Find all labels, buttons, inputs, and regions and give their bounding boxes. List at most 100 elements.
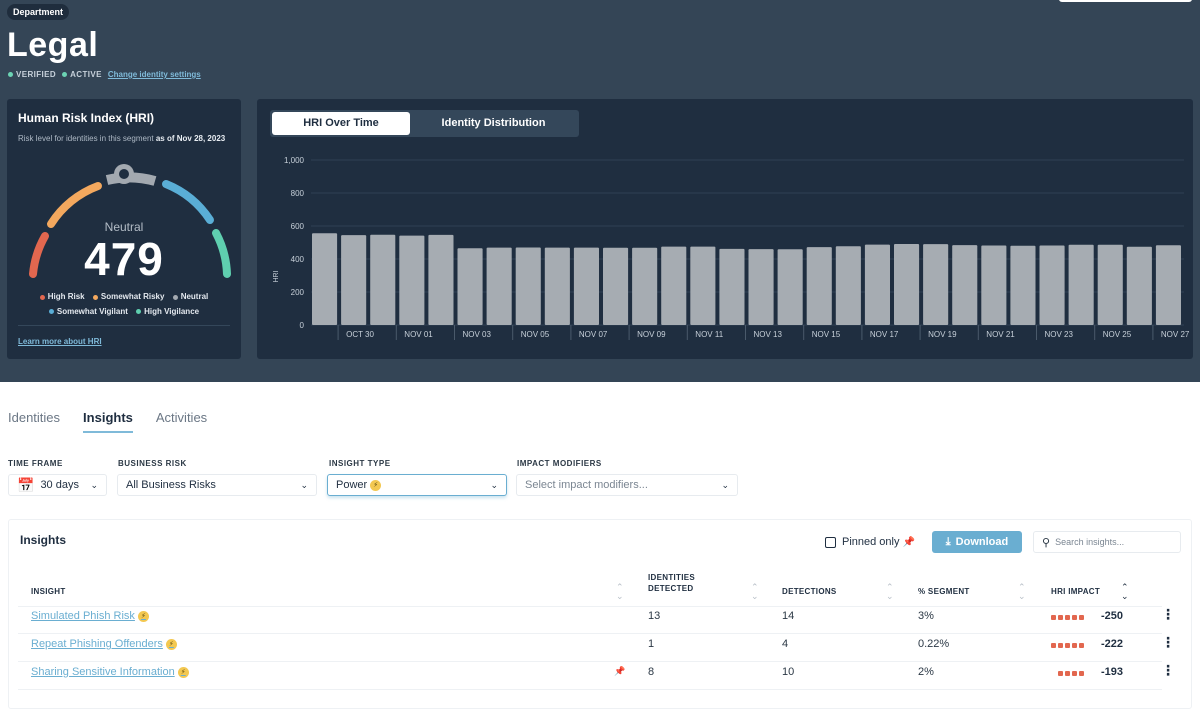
tab-identity-distribution[interactable]: Identity Distribution	[410, 112, 577, 135]
sort-icon[interactable]: ⌃ ⌄	[751, 583, 759, 601]
col-hri-impact[interactable]: HRI IMPACT	[1051, 586, 1100, 597]
impact-level-indicator	[1051, 615, 1084, 620]
active-status: ACTIVE	[62, 70, 102, 79]
status-dot-icon	[62, 72, 68, 77]
high-risk-dot-icon	[39, 294, 45, 300]
hri-value: 479	[84, 233, 164, 285]
bar-nov-09	[632, 247, 658, 325]
checkbox-icon[interactable]	[825, 536, 836, 548]
gauge-segment-somewhat-vigilant	[162, 180, 214, 224]
insights-panel: Insights Pinned only 📌 ⤓ Download ⚲ Sear…	[8, 519, 1192, 709]
power-bolt-icon: ⚡	[137, 610, 149, 622]
time-frame-select[interactable]: 📅 30 days ⌄	[8, 474, 107, 496]
y-tick-label: 800	[291, 189, 305, 198]
gauge-segment-somewhat-risky	[47, 182, 102, 228]
sort-ascending-icon[interactable]: ⌃ ⌄	[1121, 583, 1129, 601]
bar-nov-20	[952, 245, 978, 325]
insight-link[interactable]: Repeat Phishing Offenders ⚡	[31, 638, 177, 650]
insight-type-label: INSIGHT TYPE	[329, 459, 391, 468]
gauge-needle-icon	[114, 164, 134, 184]
tab-hri-over-time[interactable]: HRI Over Time	[272, 112, 410, 135]
hri-chart-card: HRI Over Time Identity Distribution 0 200…	[257, 99, 1193, 359]
download-icon: ⤓	[945, 535, 951, 548]
pin-icon: 📌	[902, 536, 915, 548]
bar-nov-13	[748, 249, 774, 325]
tab-activities[interactable]: Activities	[156, 410, 207, 433]
power-bolt-icon: ⚡	[165, 638, 177, 650]
bar-oct-29	[312, 233, 338, 325]
insight-type-select[interactable]: Power ⚡ ⌄	[327, 474, 507, 496]
insight-link[interactable]: Simulated Phish Risk ⚡	[31, 610, 149, 622]
x-tick-label: NOV 05	[521, 330, 550, 339]
impact-level-icon	[1072, 671, 1077, 676]
impact-level-icon	[1058, 615, 1063, 620]
impact-modifiers-select[interactable]: Select impact modifiers... ⌄	[516, 474, 738, 496]
hri-legend: High Risk Somewhat Risky Neutral Somewha…	[7, 290, 241, 319]
x-tick-label: NOV 09	[637, 330, 666, 339]
pinned-only-checkbox[interactable]: Pinned only 📌	[825, 536, 915, 548]
divider	[18, 633, 1162, 634]
bar-oct-31	[370, 234, 396, 325]
x-tick-label: NOV 19	[928, 330, 957, 339]
bar-nov-18	[894, 243, 920, 325]
bar-nov-21	[981, 245, 1007, 325]
learn-more-hri-link[interactable]: Learn more about HRI	[18, 337, 102, 346]
bar-nov-12	[719, 248, 745, 325]
pin-icon[interactable]: 📌	[614, 666, 625, 677]
bar-nov-15	[806, 247, 832, 325]
bar-nov-06	[544, 247, 570, 325]
col-segment[interactable]: % SEGMENT	[918, 586, 970, 597]
status-row: VERIFIED ACTIVE Change identity settings	[8, 70, 201, 79]
hri-impact-value: -222	[1101, 638, 1124, 650]
insight-link[interactable]: Sharing Sensitive Information ⚡	[31, 666, 189, 678]
segment-value: 3%	[918, 610, 934, 622]
sort-icon[interactable]: ⌃ ⌄	[886, 583, 894, 601]
identities-detected-value: 1	[648, 638, 655, 650]
bar-nov-23	[1039, 245, 1065, 325]
change-identity-settings-link[interactable]: Change identity settings	[108, 70, 201, 79]
download-button[interactable]: ⤓ Download	[932, 531, 1022, 553]
sort-icon[interactable]: ⌃ ⌄	[1018, 583, 1026, 601]
search-icon: ⚲	[1042, 536, 1051, 549]
more-options-icon[interactable]: ⋮	[1161, 635, 1175, 649]
impact-level-icon	[1051, 615, 1056, 620]
verified-status: VERIFIED	[8, 70, 56, 79]
sort-icon[interactable]: ⌃ ⌄	[616, 583, 624, 601]
bar-nov-11	[690, 246, 716, 325]
x-tick-label: NOV 01	[404, 330, 433, 339]
legend-item: Somewhat Risky	[92, 290, 164, 304]
top-search-field[interactable]	[1059, 0, 1192, 2]
impact-level-indicator	[1058, 671, 1084, 676]
y-tick-label: 600	[291, 222, 305, 231]
x-tick-label: NOV 11	[695, 330, 723, 339]
impact-level-icon	[1065, 615, 1070, 620]
col-detections[interactable]: DETECTIONS	[782, 586, 837, 597]
high-vigilance-dot-icon	[136, 309, 142, 314]
chart-view-toggle: HRI Over Time Identity Distribution	[270, 110, 579, 137]
bar-nov-01	[399, 235, 425, 325]
power-bolt-icon: ⚡	[370, 479, 382, 491]
insights-title: Insights	[20, 533, 67, 547]
more-options-icon[interactable]: ⋮	[1161, 607, 1175, 621]
more-options-icon[interactable]: ⋮	[1161, 663, 1175, 677]
x-tick-label: NOV 15	[812, 330, 841, 339]
col-identities-detected[interactable]: IDENTITIES DETECTED	[648, 572, 695, 594]
bar-nov-26	[1126, 246, 1152, 325]
x-tick-label: NOV 13	[754, 330, 783, 339]
tab-identities[interactable]: Identities	[8, 410, 60, 433]
bar-nov-04	[486, 247, 512, 325]
bar-nov-16	[835, 246, 861, 325]
tab-insights[interactable]: Insights	[83, 410, 133, 433]
search-insights-input[interactable]: ⚲ Search insights...	[1033, 531, 1181, 553]
impact-level-icon	[1072, 615, 1077, 620]
segment-value: 0.22%	[918, 638, 950, 650]
business-risk-select[interactable]: All Business Risks ⌄	[117, 474, 317, 496]
identities-detected-value: 8	[648, 666, 655, 678]
col-insight[interactable]: INSIGHT	[31, 586, 66, 597]
x-tick-label: NOV 23	[1045, 330, 1074, 339]
impact-level-icon	[1065, 643, 1070, 648]
y-axis-label: HRI	[273, 270, 280, 282]
segment-value: 2%	[918, 666, 934, 678]
chevron-down-icon: ⌄	[300, 479, 308, 490]
bar-nov-05	[515, 247, 541, 325]
